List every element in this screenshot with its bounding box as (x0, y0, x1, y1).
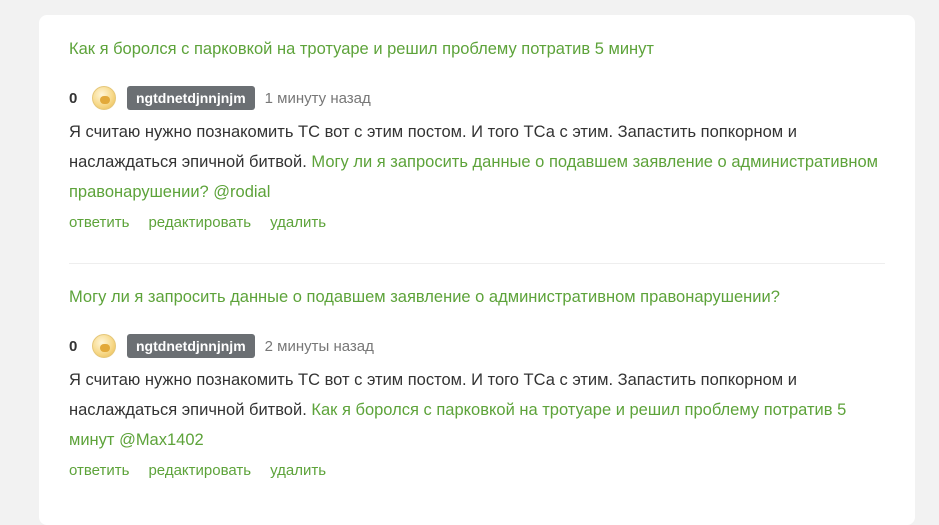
delete-link[interactable]: удалить (270, 462, 326, 479)
post-title-link[interactable]: Могу ли я запросить данные о подавшем за… (69, 285, 885, 309)
reply-link[interactable]: ответить (69, 214, 129, 231)
avatar-face (100, 96, 110, 104)
delete-link[interactable]: удалить (270, 214, 326, 231)
comment-score: 0 (69, 89, 78, 107)
comment-actions: ответить редактировать удалить (69, 209, 885, 235)
comment-actions: ответить редактировать удалить (69, 457, 885, 483)
comment-body: Я считаю нужно познакомить ТС вот с этим… (69, 365, 885, 455)
user-avatar-icon[interactable] (92, 334, 116, 358)
user-avatar-icon[interactable] (92, 86, 116, 110)
comment-timestamp[interactable]: 2 минуты назад (265, 338, 374, 355)
comment-timestamp[interactable]: 1 минуту назад (265, 90, 371, 107)
author-badge[interactable]: ngtdnetdjnnjnjm (127, 86, 255, 110)
avatar-face (100, 344, 110, 352)
comment-body: Я считаю нужно познакомить ТС вот с этим… (69, 117, 885, 207)
edit-link[interactable]: редактировать (148, 214, 251, 231)
comment-meta: 0 ngtdnetdjnnjnjm 2 минуты назад (69, 333, 885, 359)
edit-link[interactable]: редактировать (148, 462, 251, 479)
post-title-link[interactable]: Как я боролся с парковкой на тротуаре и … (69, 37, 885, 61)
comment-meta: 0 ngtdnetdjnnjnjm 1 минуту назад (69, 85, 885, 111)
reply-link[interactable]: ответить (69, 462, 129, 479)
comment-item: Могу ли я запросить данные о подавшем за… (69, 285, 885, 483)
comment-score: 0 (69, 337, 78, 355)
author-badge[interactable]: ngtdnetdjnnjnjm (127, 334, 255, 358)
comments-card: Как я боролся с парковкой на тротуаре и … (39, 15, 915, 525)
comment-item: Как я боролся с парковкой на тротуаре и … (69, 37, 885, 235)
comment-divider (69, 263, 885, 264)
